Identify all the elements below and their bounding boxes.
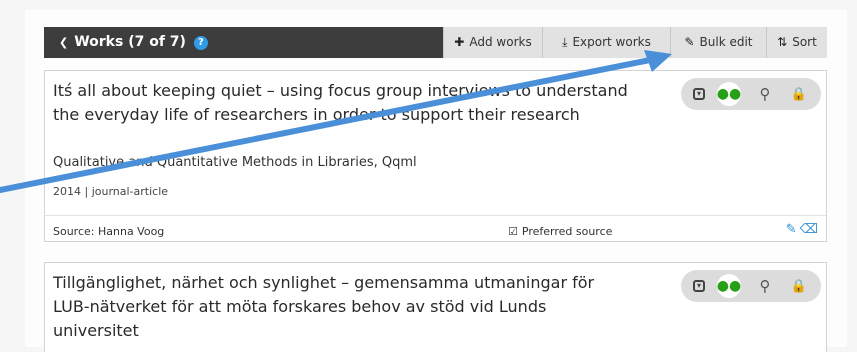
- trash-icon[interactable]: ⌫: [800, 222, 818, 237]
- bulk-edit-button[interactable]: ✎ Bulk edit: [670, 27, 766, 58]
- visibility-everyone-button[interactable]: ●●: [717, 82, 741, 106]
- expand-button[interactable]: ▾: [687, 82, 711, 106]
- people-icon: ●●: [716, 86, 742, 102]
- preferred-source-label: Preferred source: [521, 225, 613, 238]
- pencil-icon: ✎: [684, 35, 695, 49]
- download-icon: ⤓: [562, 35, 568, 49]
- sort-button[interactable]: ⇅ Sort: [766, 27, 827, 58]
- work-source: Source: Hanna Voog: [53, 225, 165, 238]
- key-icon: ⚲: [759, 85, 771, 103]
- key-icon: ⚲: [759, 277, 771, 295]
- chevron-down-icon: ❮: [59, 36, 69, 49]
- work-footer: Source: Hanna Voog ☑ Preferred source ✎ …: [45, 215, 826, 243]
- add-works-label: Add works: [469, 35, 532, 49]
- pencil-icon[interactable]: ✎: [786, 222, 797, 237]
- visibility-everyone-button[interactable]: ●●: [717, 274, 741, 298]
- plus-icon: ✚: [454, 35, 465, 49]
- work-item: Itś all about keeping quiet – using focu…: [44, 70, 827, 242]
- preferred-source-indicator: ☑ Preferred source: [508, 225, 612, 238]
- people-icon: ●●: [716, 278, 742, 294]
- visibility-controls: ▾ ●● ⚲ 🔒: [681, 270, 821, 302]
- lock-icon: 🔒: [790, 86, 808, 102]
- works-header-toggle[interactable]: ❮ Works (7 of 7) ?: [44, 27, 208, 58]
- sort-icon: ⇅: [777, 35, 788, 49]
- export-works-button[interactable]: ⤓ Export works: [542, 27, 670, 58]
- lock-icon: 🔒: [790, 278, 808, 294]
- works-count-title: Works (7 of 7): [74, 34, 186, 50]
- visibility-controls: ▾ ●● ⚲ 🔒: [681, 78, 821, 110]
- export-works-label: Export works: [572, 35, 651, 49]
- visibility-trusted-button[interactable]: ⚲: [753, 82, 777, 106]
- visibility-private-button[interactable]: 🔒: [787, 274, 811, 298]
- visibility-private-button[interactable]: 🔒: [787, 82, 811, 106]
- help-icon[interactable]: ?: [193, 35, 208, 50]
- expand-icon: ▾: [693, 280, 705, 292]
- work-title[interactable]: Itś all about keeping quiet – using focu…: [53, 79, 633, 127]
- bulk-edit-label: Bulk edit: [699, 35, 753, 49]
- add-works-button[interactable]: ✚ Add works: [443, 27, 542, 58]
- expand-icon: ▾: [693, 88, 705, 100]
- work-edit-actions: ✎ ⌫: [786, 222, 818, 237]
- work-item: Tillgänglighet, närhet och synlighet – g…: [44, 262, 827, 352]
- visibility-trusted-button[interactable]: ⚲: [753, 274, 777, 298]
- sort-label: Sort: [792, 35, 817, 49]
- work-title[interactable]: Tillgänglighet, närhet och synlighet – g…: [53, 271, 633, 343]
- expand-button[interactable]: ▾: [687, 274, 711, 298]
- work-meta: 2014 | journal-article: [53, 185, 169, 198]
- check-icon: ☑: [508, 225, 518, 238]
- work-journal: Qualitative and Quantitative Methods in …: [53, 155, 417, 170]
